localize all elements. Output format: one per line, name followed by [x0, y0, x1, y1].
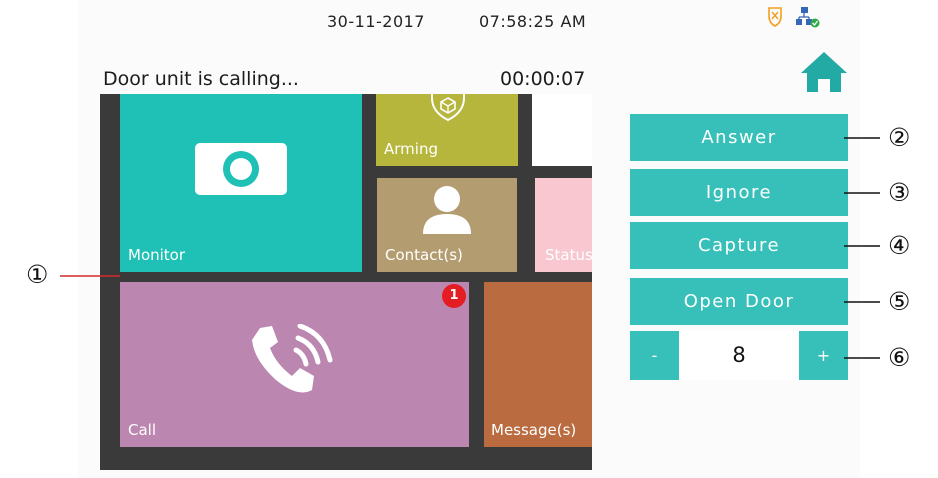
arming-shield-icon [431, 94, 465, 122]
tile-monitor[interactable]: Monitor [120, 94, 362, 272]
tile-status[interactable]: Status [535, 178, 592, 272]
home-button[interactable] [800, 50, 848, 94]
status-date: 30-11-2017 [327, 12, 425, 31]
callout-4: ④ [888, 231, 911, 260]
tile-arming[interactable]: Arming [376, 94, 518, 166]
tile-monitor-label: Monitor [128, 246, 186, 264]
phone-call-icon [252, 324, 333, 393]
ignore-button[interactable]: Ignore [630, 169, 848, 216]
tiles-panel: Monitor Arming Contact(s) Status Call 1 … [100, 94, 592, 470]
callout-5: ⑤ [888, 287, 911, 316]
callout-6: ⑥ [888, 343, 911, 372]
tile-messages[interactable]: Message(s) [484, 282, 592, 447]
volume-value: 8 [679, 331, 799, 380]
tile-call[interactable]: Call [120, 282, 469, 447]
tile-messages-label: Message(s) [491, 421, 577, 439]
tile-status-label: Status [545, 246, 592, 264]
callout-2: ② [888, 123, 911, 152]
volume-increase-button[interactable]: + [799, 331, 848, 380]
status-time: 07:58:25 AM [479, 12, 587, 31]
callout-1: ① [26, 260, 49, 289]
call-timer: 00:00:07 [500, 68, 586, 90]
capture-button[interactable]: Capture [630, 222, 848, 269]
tile-contacts[interactable]: Contact(s) [377, 178, 517, 272]
contact-person-icon [423, 186, 471, 234]
tile-contacts-label: Contact(s) [385, 246, 463, 264]
home-icon [801, 52, 847, 92]
call-notification-badge: 1 [442, 284, 466, 308]
tile-empty [532, 94, 592, 166]
tile-arming-label: Arming [384, 140, 438, 158]
open-door-button[interactable]: Open Door [630, 278, 848, 325]
volume-decrease-button[interactable]: - [630, 331, 679, 380]
call-status-text: Door unit is calling... [103, 68, 299, 90]
camera-icon [195, 143, 287, 195]
answer-button[interactable]: Answer [630, 114, 848, 161]
callout-3: ③ [888, 178, 911, 207]
tile-call-label: Call [128, 421, 157, 439]
